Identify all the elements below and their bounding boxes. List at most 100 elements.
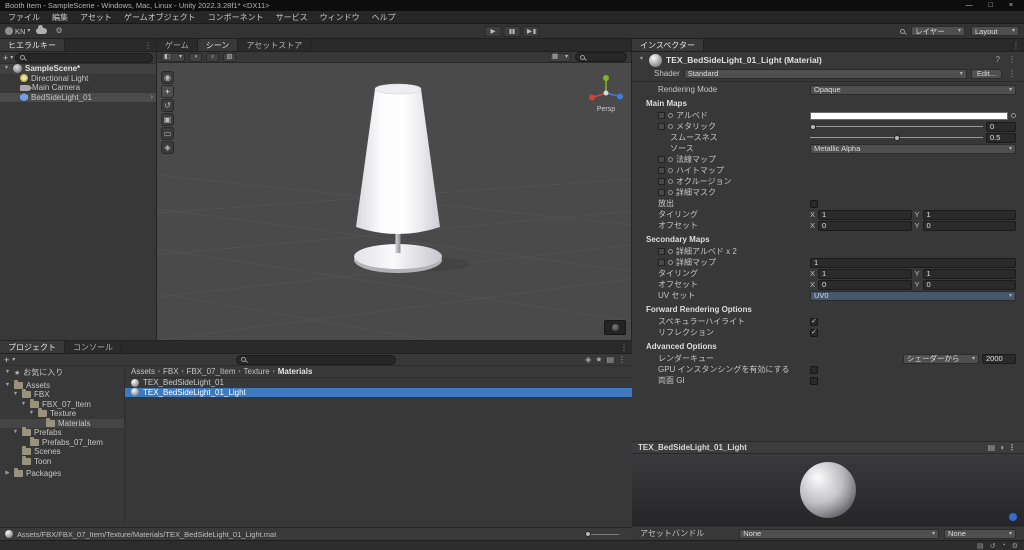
refresh-icon[interactable]: ↺ xyxy=(990,542,996,550)
breadcrumb-fbx[interactable]: FBX xyxy=(163,367,179,376)
hierarchy-item-directional-light[interactable]: Directional Light xyxy=(0,74,156,84)
settings-gear-icon[interactable]: ⚙ xyxy=(1012,542,1018,550)
tree-item-assets[interactable]: ▼ Assets xyxy=(0,379,124,391)
occlusion-texture-thumb[interactable] xyxy=(658,178,665,185)
material-foldout-icon[interactable]: ▼ xyxy=(638,57,645,63)
services-gear-icon[interactable]: ⚙ xyxy=(53,27,64,35)
height-map-picker-icon[interactable] xyxy=(668,168,673,173)
tab-hierarchy[interactable]: ヒエラルキー xyxy=(0,39,65,51)
scene-search-input[interactable] xyxy=(575,52,627,62)
breadcrumb-texture[interactable]: Texture xyxy=(244,367,270,376)
occlusion-picker-icon[interactable] xyxy=(668,179,673,184)
emission-checkbox[interactable] xyxy=(810,199,818,208)
account-dropdown[interactable]: KN ▾ xyxy=(5,27,30,36)
scale-tool-button[interactable]: ▣ xyxy=(161,113,174,126)
pause-button[interactable] xyxy=(503,25,521,37)
albedo-texture-picker-icon[interactable] xyxy=(668,113,673,118)
detail-albedo-texture-thumb[interactable] xyxy=(658,248,665,255)
normal-map-picker-icon[interactable] xyxy=(668,157,673,162)
main-offset-x-field[interactable]: 0 xyxy=(818,220,912,231)
preview-more-icon[interactable]: ⋮ xyxy=(1006,443,1018,452)
detail-mask-picker-icon[interactable] xyxy=(668,190,673,195)
uv-set-dropdown[interactable]: UV0 ▾ xyxy=(810,290,1016,301)
help-icon[interactable]: ? xyxy=(994,56,1002,64)
detail-normal-texture-thumb[interactable] xyxy=(658,259,665,266)
detail-normal-picker-icon[interactable] xyxy=(668,260,673,265)
shader-dropdown[interactable]: Standard ▾ xyxy=(683,68,967,79)
tree-item-fbx[interactable]: ▼ FBX xyxy=(0,389,124,400)
scene-orientation-gizmo[interactable]: Persp xyxy=(589,75,623,113)
menu-gameobject[interactable]: ゲームオブジェクト xyxy=(118,12,202,23)
menu-assets[interactable]: アセット xyxy=(74,12,118,23)
view-tool-button[interactable]: ◉ xyxy=(161,71,174,84)
preview-mode-icon[interactable]: ▤ xyxy=(986,443,998,452)
camera-preview[interactable] xyxy=(604,320,626,335)
cloud-icon[interactable] xyxy=(36,25,48,34)
tree-item-fbx-07-item[interactable]: ▼ FBX_07_Item xyxy=(0,398,124,410)
tree-item-prefabs[interactable]: ▼ Prefabs xyxy=(0,427,124,438)
tree-item-packages[interactable]: ▶ Packages xyxy=(0,468,124,479)
move-tool-button[interactable]: + xyxy=(161,85,174,98)
tab-scene[interactable]: シーン xyxy=(197,39,239,51)
sec-tiling-y-field[interactable]: 1 xyxy=(922,268,1016,279)
material-preview-header[interactable]: TEX_BedSideLight_01_Light ▤ ◑ ⋮ xyxy=(632,441,1024,454)
inspector-more-icon[interactable]: ⋮ xyxy=(1008,41,1024,50)
search-by-label-icon[interactable]: ★ xyxy=(593,355,604,364)
sec-offset-x-field[interactable]: 0 xyxy=(818,279,912,290)
metallic-texture-thumb[interactable] xyxy=(658,123,665,130)
metallic-value-field[interactable]: 0 xyxy=(986,121,1016,132)
material-preview-canvas[interactable] xyxy=(632,454,1024,526)
activity-icon[interactable]: ▤ xyxy=(977,542,984,550)
project-more-icon[interactable]: ⋮ xyxy=(616,343,632,352)
rotate-tool-button[interactable]: ↺ xyxy=(161,99,174,112)
tab-inspector[interactable]: インスペクター xyxy=(632,39,704,51)
progress-icon[interactable]: ◔ xyxy=(1001,542,1005,550)
smoothness-value-field[interactable]: 0.5 xyxy=(986,132,1016,143)
project-search-input[interactable] xyxy=(236,354,397,365)
reflections-checkbox[interactable]: ✓ xyxy=(810,328,818,337)
shader-edit-button[interactable]: Edit... xyxy=(970,68,1002,79)
prefab-open-chevron-icon[interactable]: › xyxy=(151,94,153,101)
maximize-button[interactable]: □ xyxy=(989,2,993,9)
source-dropdown[interactable]: Metallic Alpha ▾ xyxy=(810,143,1016,154)
menu-file[interactable]: ファイル xyxy=(2,12,46,23)
breadcrumb-materials[interactable]: Materials xyxy=(278,367,313,376)
double-sided-gi-checkbox[interactable] xyxy=(810,376,818,385)
transform-tool-button[interactable]: ◈ xyxy=(161,141,174,154)
two-column-layout-icon[interactable]: ▤ xyxy=(604,355,616,364)
foldout-icon[interactable]: ▼ xyxy=(3,65,10,72)
metallic-texture-picker-icon[interactable] xyxy=(668,124,673,129)
asset-bundle-variant-dropdown[interactable]: None ▾ xyxy=(944,528,1016,539)
rendering-mode-dropdown[interactable]: Opaque ▾ xyxy=(810,84,1016,95)
hierarchy-search-input[interactable] xyxy=(15,52,153,63)
project-add-caret-icon[interactable]: ▾ xyxy=(12,357,15,363)
hierarchy-add-caret-icon[interactable]: ▾ xyxy=(10,55,13,61)
hierarchy-add-button[interactable]: + xyxy=(3,53,8,63)
metallic-slider[interactable] xyxy=(810,122,983,132)
tab-project[interactable]: プロジェクト xyxy=(0,341,65,353)
hierarchy-item-main-camera[interactable]: Main Camera xyxy=(0,83,156,93)
normal-map-texture-thumb[interactable] xyxy=(658,156,665,163)
tab-console[interactable]: コンソール xyxy=(65,341,122,353)
albedo-color-swatch[interactable] xyxy=(810,111,1008,120)
detail-normal-scale-field[interactable]: 1 xyxy=(810,257,1016,268)
height-map-texture-thumb[interactable] xyxy=(658,167,665,174)
tree-item-materials[interactable]: Materials xyxy=(0,417,124,428)
menu-edit[interactable]: 編集 xyxy=(46,12,74,23)
thumbnail-zoom-slider[interactable] xyxy=(585,531,619,537)
scene-audio-toggle[interactable]: ♪ xyxy=(206,52,219,62)
smoothness-slider[interactable] xyxy=(810,133,983,143)
layout-dropdown[interactable]: Layout ▾ xyxy=(971,26,1019,36)
preview-light-icon[interactable]: ◑ xyxy=(997,443,1006,452)
tree-item-texture[interactable]: ▼ Texture xyxy=(0,408,124,419)
tree-item-scenes[interactable]: Scenes xyxy=(0,446,124,457)
sec-offset-y-field[interactable]: 0 xyxy=(922,279,1016,290)
project-settings-more-icon[interactable]: ⋮ xyxy=(616,355,628,364)
detail-mask-texture-thumb[interactable] xyxy=(658,189,665,196)
menu-services[interactable]: サービス xyxy=(270,12,314,23)
asset-bundle-dropdown[interactable]: None ▾ xyxy=(739,528,939,539)
main-tiling-y-field[interactable]: 1 xyxy=(922,209,1016,220)
shading-mode-dropdown[interactable]: ◧ ▾ xyxy=(161,52,185,62)
menu-component[interactable]: コンポーネント xyxy=(202,12,270,23)
albedo-texture-thumb[interactable] xyxy=(658,112,665,119)
